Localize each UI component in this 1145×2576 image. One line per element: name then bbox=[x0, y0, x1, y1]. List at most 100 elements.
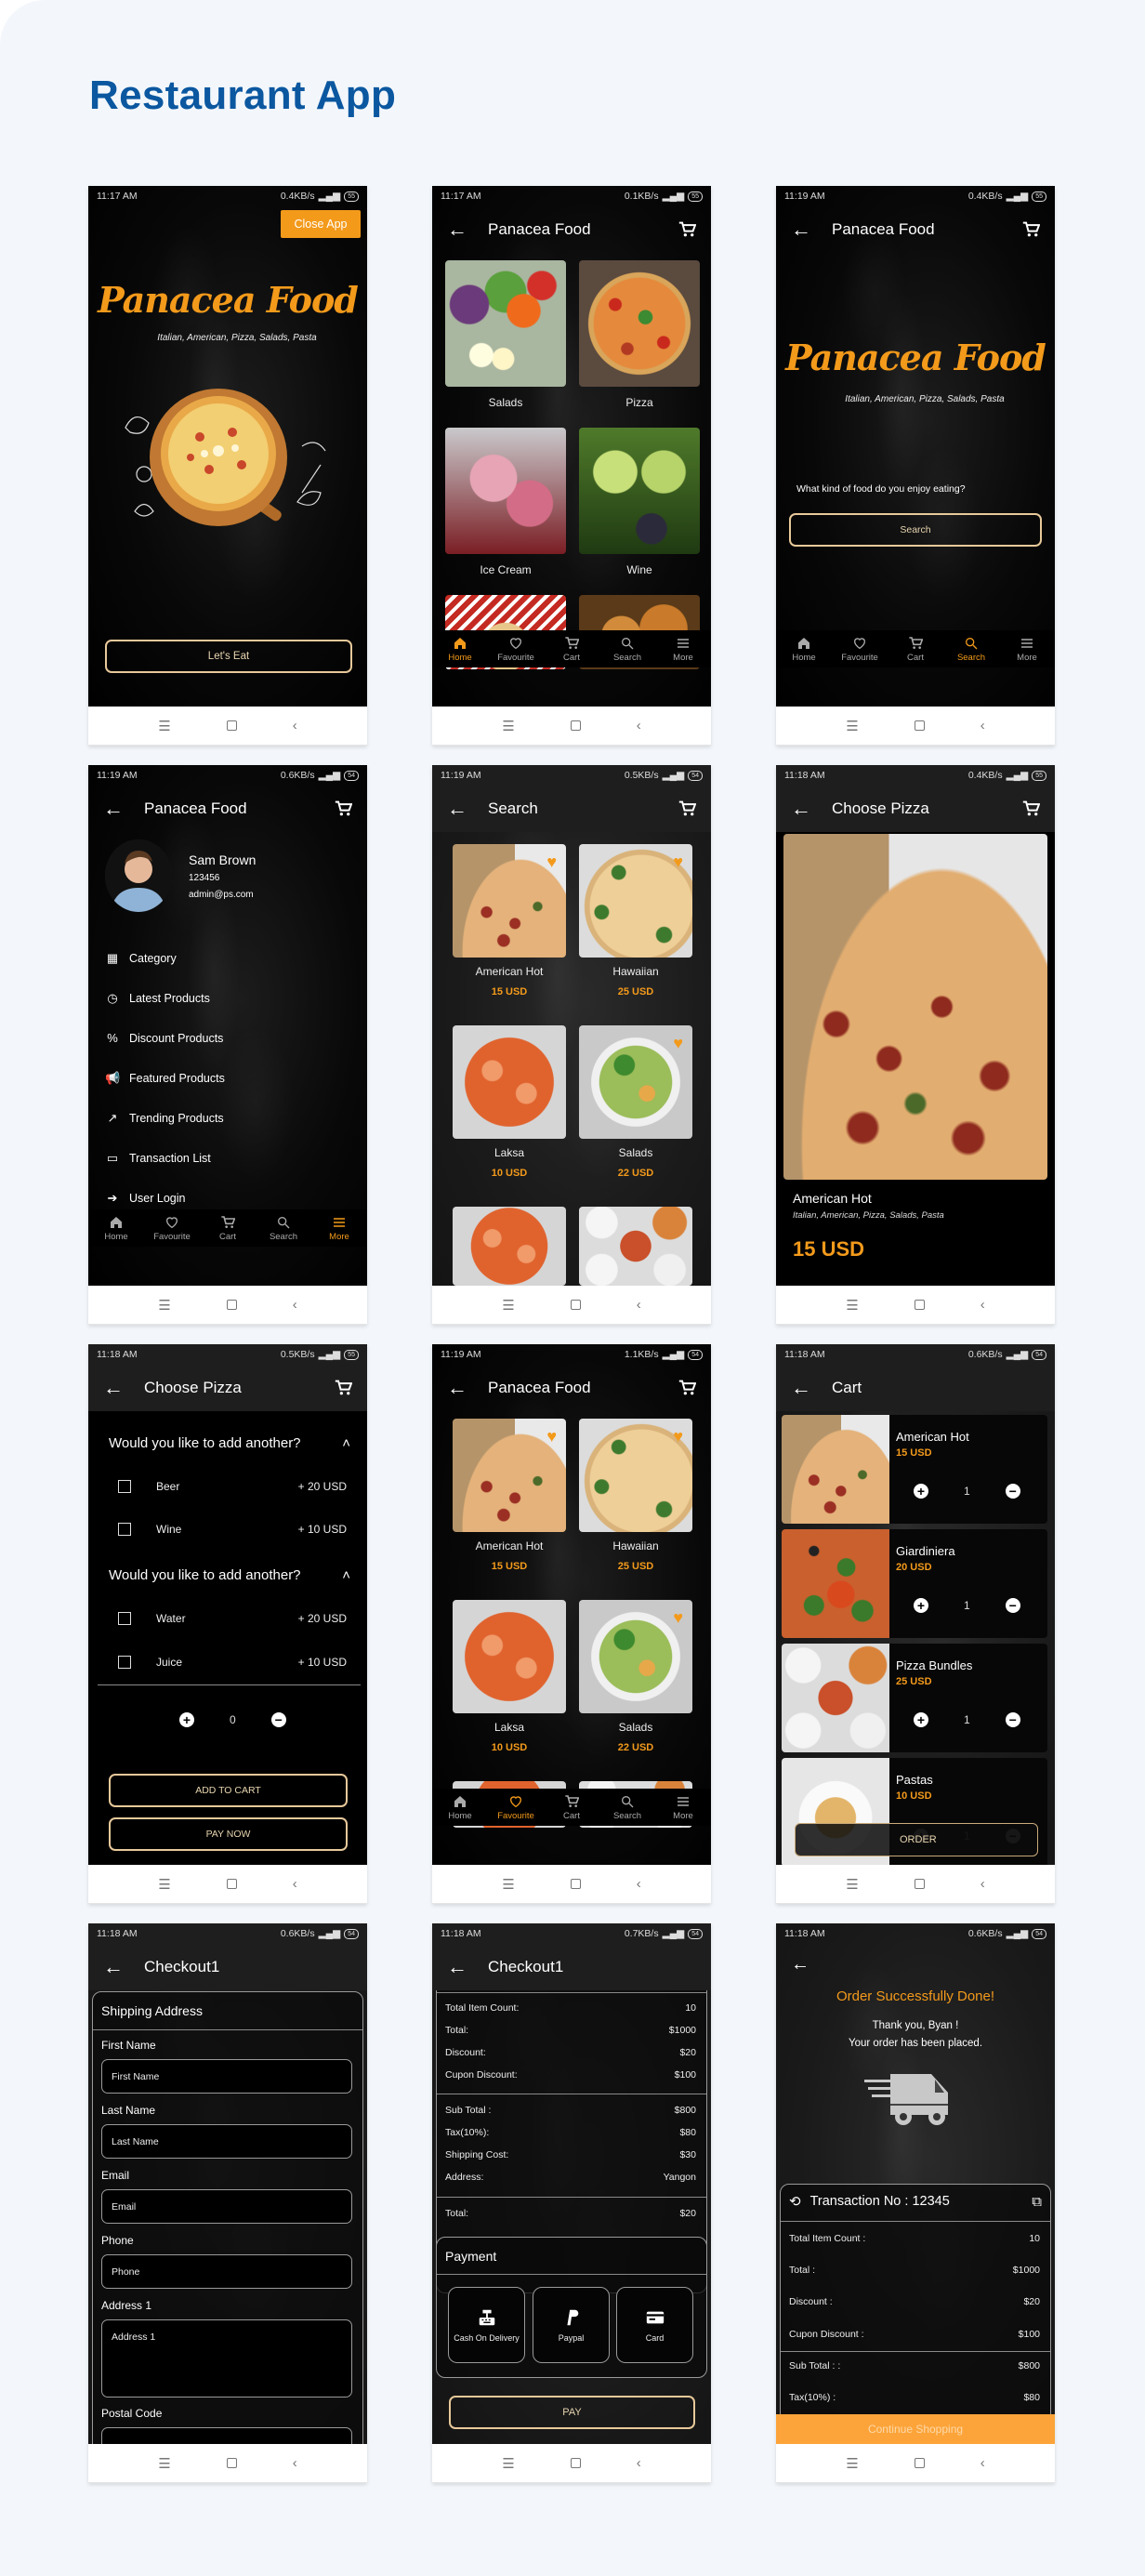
back-arrow-icon[interactable]: ← bbox=[447, 797, 488, 821]
cart-icon[interactable] bbox=[1021, 221, 1040, 238]
recent-apps-button[interactable]: ☰ bbox=[158, 1297, 170, 1314]
back-button[interactable]: ‹ bbox=[293, 718, 297, 733]
add-to-cart-button[interactable]: ADD TO CART bbox=[109, 1774, 348, 1807]
back-button[interactable]: ‹ bbox=[637, 718, 641, 733]
payment-option-paypal[interactable]: Paypal bbox=[533, 2287, 610, 2363]
tab-more[interactable]: More bbox=[313, 1215, 365, 1242]
tab-favourite[interactable]: Favourite bbox=[490, 1794, 542, 1821]
tab-more[interactable]: More bbox=[657, 636, 709, 663]
home-button[interactable] bbox=[570, 1300, 581, 1310]
cart-icon[interactable] bbox=[678, 800, 696, 817]
tab-search[interactable]: Search bbox=[601, 636, 653, 663]
recent-apps-button[interactable]: ☰ bbox=[158, 1876, 170, 1893]
continue-shopping-button[interactable]: Continue Shopping bbox=[776, 2414, 1055, 2444]
decrement-button[interactable]: − bbox=[270, 1712, 286, 1727]
back-arrow-icon[interactable]: ← bbox=[447, 1955, 488, 1979]
tab-more[interactable]: More bbox=[657, 1794, 709, 1821]
home-button[interactable] bbox=[226, 1300, 237, 1310]
home-button[interactable] bbox=[570, 2458, 581, 2468]
increment-button[interactable]: + bbox=[914, 1712, 928, 1727]
increment-button[interactable]: + bbox=[914, 1598, 928, 1613]
back-arrow-icon[interactable]: ← bbox=[103, 1955, 144, 1979]
address-1-input[interactable]: Address 1 bbox=[101, 2319, 352, 2398]
tab-home[interactable]: Home bbox=[90, 1215, 142, 1242]
cart-icon[interactable] bbox=[334, 1380, 352, 1396]
tab-cart[interactable]: Cart bbox=[202, 1215, 254, 1242]
product-tile[interactable] bbox=[453, 1600, 566, 1713]
product-tile[interactable]: ♥ bbox=[579, 1025, 692, 1139]
addon-option[interactable]: Beer + 20 USD bbox=[118, 1480, 347, 1493]
recent-apps-button[interactable]: ☰ bbox=[846, 2455, 858, 2472]
email-input[interactable]: Email bbox=[101, 2189, 352, 2224]
category-tile-pizza[interactable] bbox=[579, 260, 700, 387]
tab-cart[interactable]: Cart bbox=[546, 1794, 598, 1821]
menu-item-featured-products[interactable]: 📢 Featured Products bbox=[105, 1071, 225, 1086]
back-button[interactable]: ‹ bbox=[637, 1297, 641, 1313]
back-arrow-icon[interactable]: ← bbox=[447, 218, 488, 242]
pay-now-button[interactable]: PAY NOW bbox=[109, 1817, 348, 1851]
order-button[interactable]: ORDER bbox=[795, 1823, 1038, 1856]
close-app-button[interactable]: Close App bbox=[281, 210, 361, 238]
search-button[interactable]: Search bbox=[789, 513, 1042, 547]
product-tile[interactable] bbox=[579, 1207, 692, 1286]
product-tile[interactable]: ♥ bbox=[579, 1419, 692, 1532]
home-button[interactable] bbox=[914, 1300, 925, 1310]
lets-eat-button[interactable]: Let's Eat bbox=[105, 640, 352, 673]
cart-icon[interactable] bbox=[334, 800, 352, 817]
favourite-heart-icon[interactable]: ♥ bbox=[546, 853, 557, 870]
category-tile-ice-cream[interactable] bbox=[445, 428, 566, 554]
recent-apps-button[interactable]: ☰ bbox=[502, 1876, 514, 1893]
tab-search[interactable]: Search bbox=[945, 636, 997, 663]
recent-apps-button[interactable]: ☰ bbox=[846, 718, 858, 734]
increment-button[interactable]: + bbox=[179, 1712, 194, 1727]
favourite-heart-icon[interactable]: ♥ bbox=[673, 1035, 683, 1051]
back-arrow-icon[interactable]: ← bbox=[791, 1954, 809, 1975]
recent-apps-button[interactable]: ☰ bbox=[846, 1297, 858, 1314]
back-button[interactable]: ‹ bbox=[980, 1876, 985, 1892]
cart-icon[interactable] bbox=[678, 221, 696, 238]
back-button[interactable]: ‹ bbox=[293, 1297, 297, 1313]
increment-button[interactable]: + bbox=[914, 1484, 928, 1499]
pay-button[interactable]: PAY bbox=[449, 2396, 695, 2429]
cart-icon[interactable] bbox=[1021, 800, 1040, 817]
tab-home[interactable]: Home bbox=[778, 636, 830, 663]
recent-apps-button[interactable]: ☰ bbox=[502, 718, 514, 734]
home-button[interactable] bbox=[226, 1879, 237, 1889]
product-tile[interactable] bbox=[453, 1025, 566, 1139]
addon-group-header[interactable]: Would you like to add another? ˄ bbox=[109, 1567, 350, 1583]
tab-favourite[interactable]: Favourite bbox=[490, 636, 542, 663]
product-tile[interactable] bbox=[453, 1207, 566, 1286]
checkbox[interactable] bbox=[118, 1480, 131, 1493]
product-tile[interactable]: ♥ bbox=[579, 1600, 692, 1713]
home-button[interactable] bbox=[226, 720, 237, 731]
payment-option-card[interactable]: Card bbox=[616, 2287, 693, 2363]
category-tile-wine[interactable] bbox=[579, 428, 700, 554]
addon-option[interactable]: Juice + 10 USD bbox=[118, 1656, 347, 1669]
menu-item-category[interactable]: ▦ Category bbox=[105, 951, 177, 966]
product-tile[interactable]: ♥ bbox=[453, 1419, 566, 1532]
first-name-input[interactable]: First Name bbox=[101, 2059, 352, 2094]
tab-search[interactable]: Search bbox=[601, 1794, 653, 1821]
recent-apps-button[interactable]: ☰ bbox=[846, 1876, 858, 1893]
decrement-button[interactable]: − bbox=[1005, 1484, 1020, 1499]
tab-search[interactable]: Search bbox=[257, 1215, 309, 1242]
tab-cart[interactable]: Cart bbox=[546, 636, 598, 663]
favourite-heart-icon[interactable]: ♥ bbox=[673, 1428, 683, 1445]
home-button[interactable] bbox=[570, 720, 581, 731]
back-button[interactable]: ‹ bbox=[293, 1876, 297, 1892]
menu-item-user-login[interactable]: ➔ User Login bbox=[105, 1191, 186, 1206]
decrement-button[interactable]: − bbox=[1005, 1712, 1020, 1727]
menu-item-latest-products[interactable]: ◷ Latest Products bbox=[105, 991, 210, 1006]
recent-apps-button[interactable]: ☰ bbox=[502, 2455, 514, 2472]
back-arrow-icon[interactable]: ← bbox=[447, 1376, 488, 1400]
home-button[interactable] bbox=[914, 720, 925, 731]
home-button[interactable] bbox=[226, 2458, 237, 2468]
recent-apps-button[interactable]: ☰ bbox=[158, 2455, 170, 2472]
recent-apps-button[interactable]: ☰ bbox=[158, 718, 170, 734]
favourite-heart-icon[interactable]: ♥ bbox=[546, 1428, 557, 1445]
favourite-heart-icon[interactable]: ♥ bbox=[673, 853, 683, 870]
checkbox[interactable] bbox=[118, 1612, 131, 1625]
addon-option[interactable]: Water + 20 USD bbox=[118, 1612, 347, 1625]
recent-apps-button[interactable]: ☰ bbox=[502, 1297, 514, 1314]
product-tile[interactable]: ♥ bbox=[579, 844, 692, 958]
